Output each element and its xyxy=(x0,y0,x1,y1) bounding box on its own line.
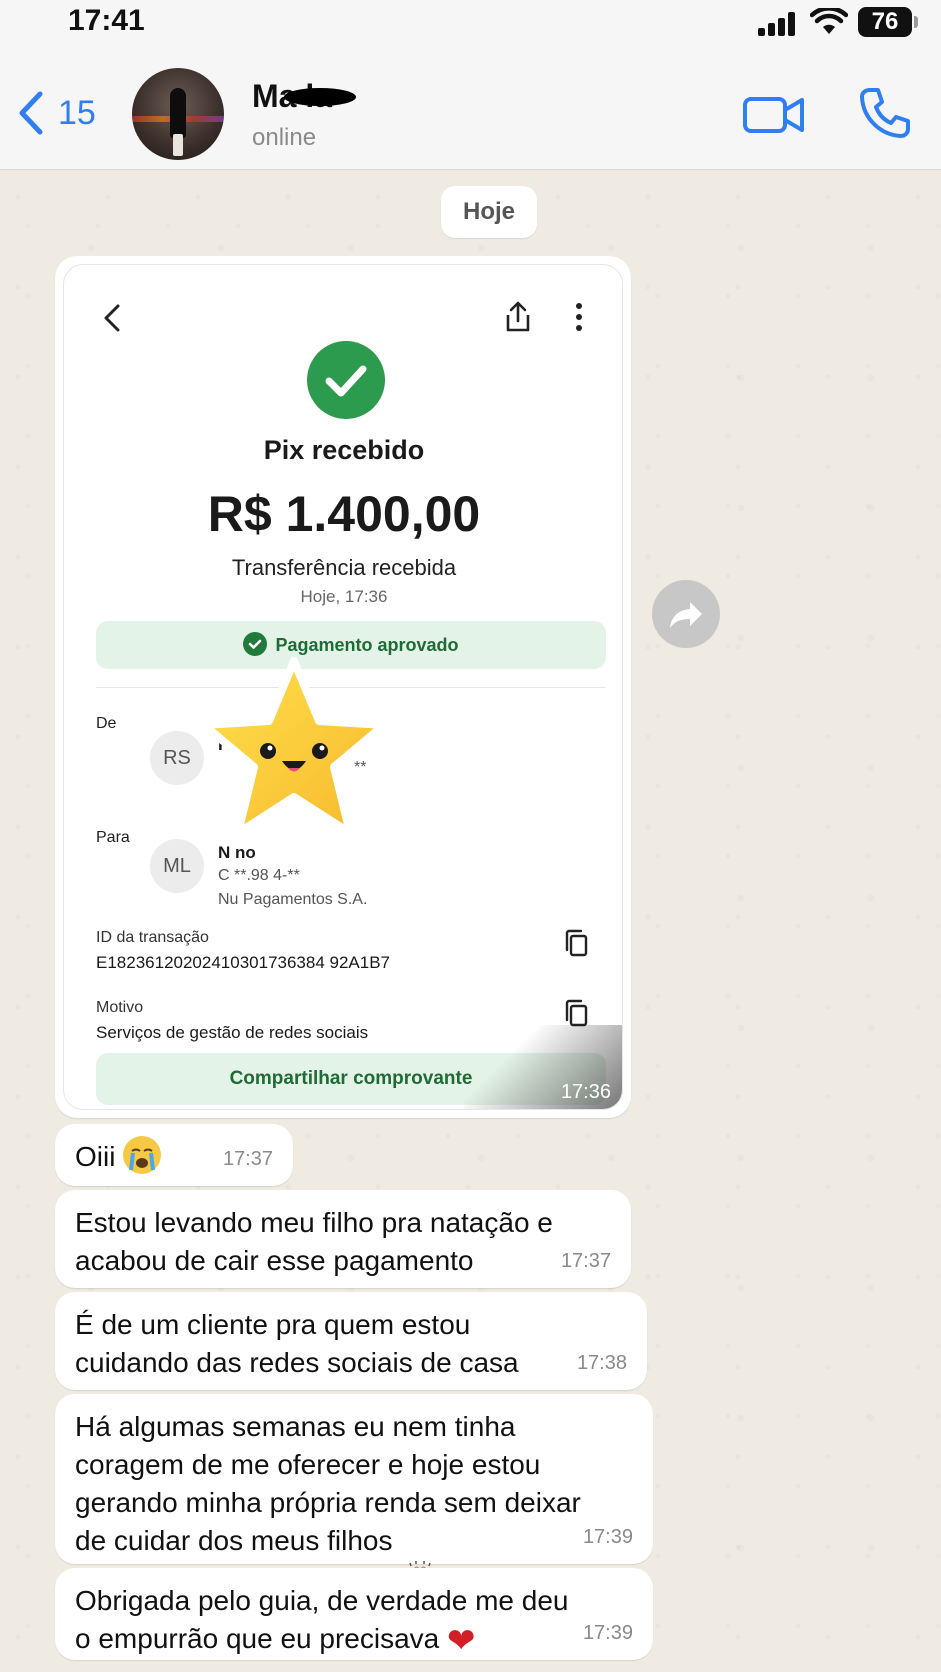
forward-arrow-icon xyxy=(670,602,702,628)
approved-status-text: Pagamento aprovado xyxy=(275,635,459,655)
message-bubble[interactable]: Estou levando meu filho pra natação e ac… xyxy=(55,1190,631,1288)
status-bar: 17:41 76 xyxy=(0,0,941,50)
reason-value: Serviços de gestão de redes sociais xyxy=(96,1023,369,1042)
raising-hands-emoji-icon xyxy=(400,1521,440,1594)
message-text: Há algumas semanas eu nem tinha coragem … xyxy=(75,1408,633,1594)
copy-icon xyxy=(565,929,588,957)
message-text: Obrigada pelo guia, de verdade me deu o … xyxy=(75,1585,569,1660)
unread-count: 15 xyxy=(58,94,96,132)
image-message[interactable]: Pix recebido R$ 1.400,00 Transferência r… xyxy=(55,256,631,1118)
chat-header: 15 Ma la online xyxy=(0,50,941,170)
recipient-bank: Nu Pagamentos S.A. xyxy=(218,891,368,908)
message-bubble[interactable]: Obrigada pelo guia, de verdade me deu o … xyxy=(55,1568,653,1660)
redaction-scribble xyxy=(284,88,356,106)
date-separator: Hoje xyxy=(441,186,537,238)
share-icon xyxy=(506,301,530,332)
battery-indicator: 76 xyxy=(858,7,918,37)
message-bubble[interactable]: É de um cliente pra quem estou cuidando … xyxy=(55,1292,647,1390)
chevron-left-icon xyxy=(19,91,43,135)
message-text: Estou levando meu filho pra natação e ac… xyxy=(75,1207,553,1276)
contact-avatar[interactable] xyxy=(132,68,224,160)
back-button[interactable]: 15 xyxy=(14,88,104,138)
message-time: 17:36 xyxy=(560,1081,611,1103)
message-time: 17:37 xyxy=(560,1250,611,1272)
message-time: 17:39 xyxy=(582,1526,633,1548)
message-bubble[interactable]: Oiii 17:37 xyxy=(55,1124,293,1186)
check-circle-icon xyxy=(243,632,268,657)
wifi-icon xyxy=(810,8,848,34)
recipient-avatar: ML xyxy=(150,839,204,893)
receipt-date: Hoje, 17:36 xyxy=(300,587,388,606)
message-time: 17:38 xyxy=(576,1352,627,1374)
message-time: 17:39 xyxy=(582,1622,633,1644)
contact-status: online xyxy=(252,124,317,151)
message-text: É de um cliente pra quem estou cuidando … xyxy=(75,1309,519,1378)
receipt-subtitle: Transferência recebida xyxy=(231,555,457,580)
more-options-icon xyxy=(574,303,584,333)
loudly-crying-face-emoji-icon xyxy=(123,1135,162,1174)
status-time: 17:41 xyxy=(68,4,145,37)
transaction-id-label: ID da transação xyxy=(96,929,209,946)
star-face-sticker-icon xyxy=(200,657,388,837)
phone-icon[interactable] xyxy=(858,86,912,140)
recipient-name: N no xyxy=(218,843,256,862)
forward-button[interactable] xyxy=(652,580,720,648)
recipient-document: C **.98 4-** xyxy=(218,867,300,884)
receipt-amount: R$ 1.400,00 xyxy=(207,486,481,542)
reason-label: Motivo xyxy=(96,999,144,1016)
transaction-id-value: E18236120202410301736384 92A1B7 xyxy=(96,953,391,972)
red-heart-emoji-icon: ❤ xyxy=(447,1621,476,1660)
message-bubble[interactable]: Há algumas semanas eu nem tinha coragem … xyxy=(55,1394,653,1594)
from-label: De xyxy=(96,715,117,732)
to-label: Para xyxy=(96,829,130,846)
copy-icon xyxy=(565,999,588,1027)
chevron-left-icon xyxy=(104,304,120,332)
pix-receipt-screenshot: Pix recebido R$ 1.400,00 Transferência r… xyxy=(63,264,623,1110)
receipt-title: Pix recebido xyxy=(263,435,425,465)
signal-bars-icon xyxy=(758,12,800,36)
success-check-icon xyxy=(307,341,385,419)
video-camera-icon[interactable] xyxy=(742,92,806,138)
message-time: 17:37 xyxy=(222,1148,273,1170)
